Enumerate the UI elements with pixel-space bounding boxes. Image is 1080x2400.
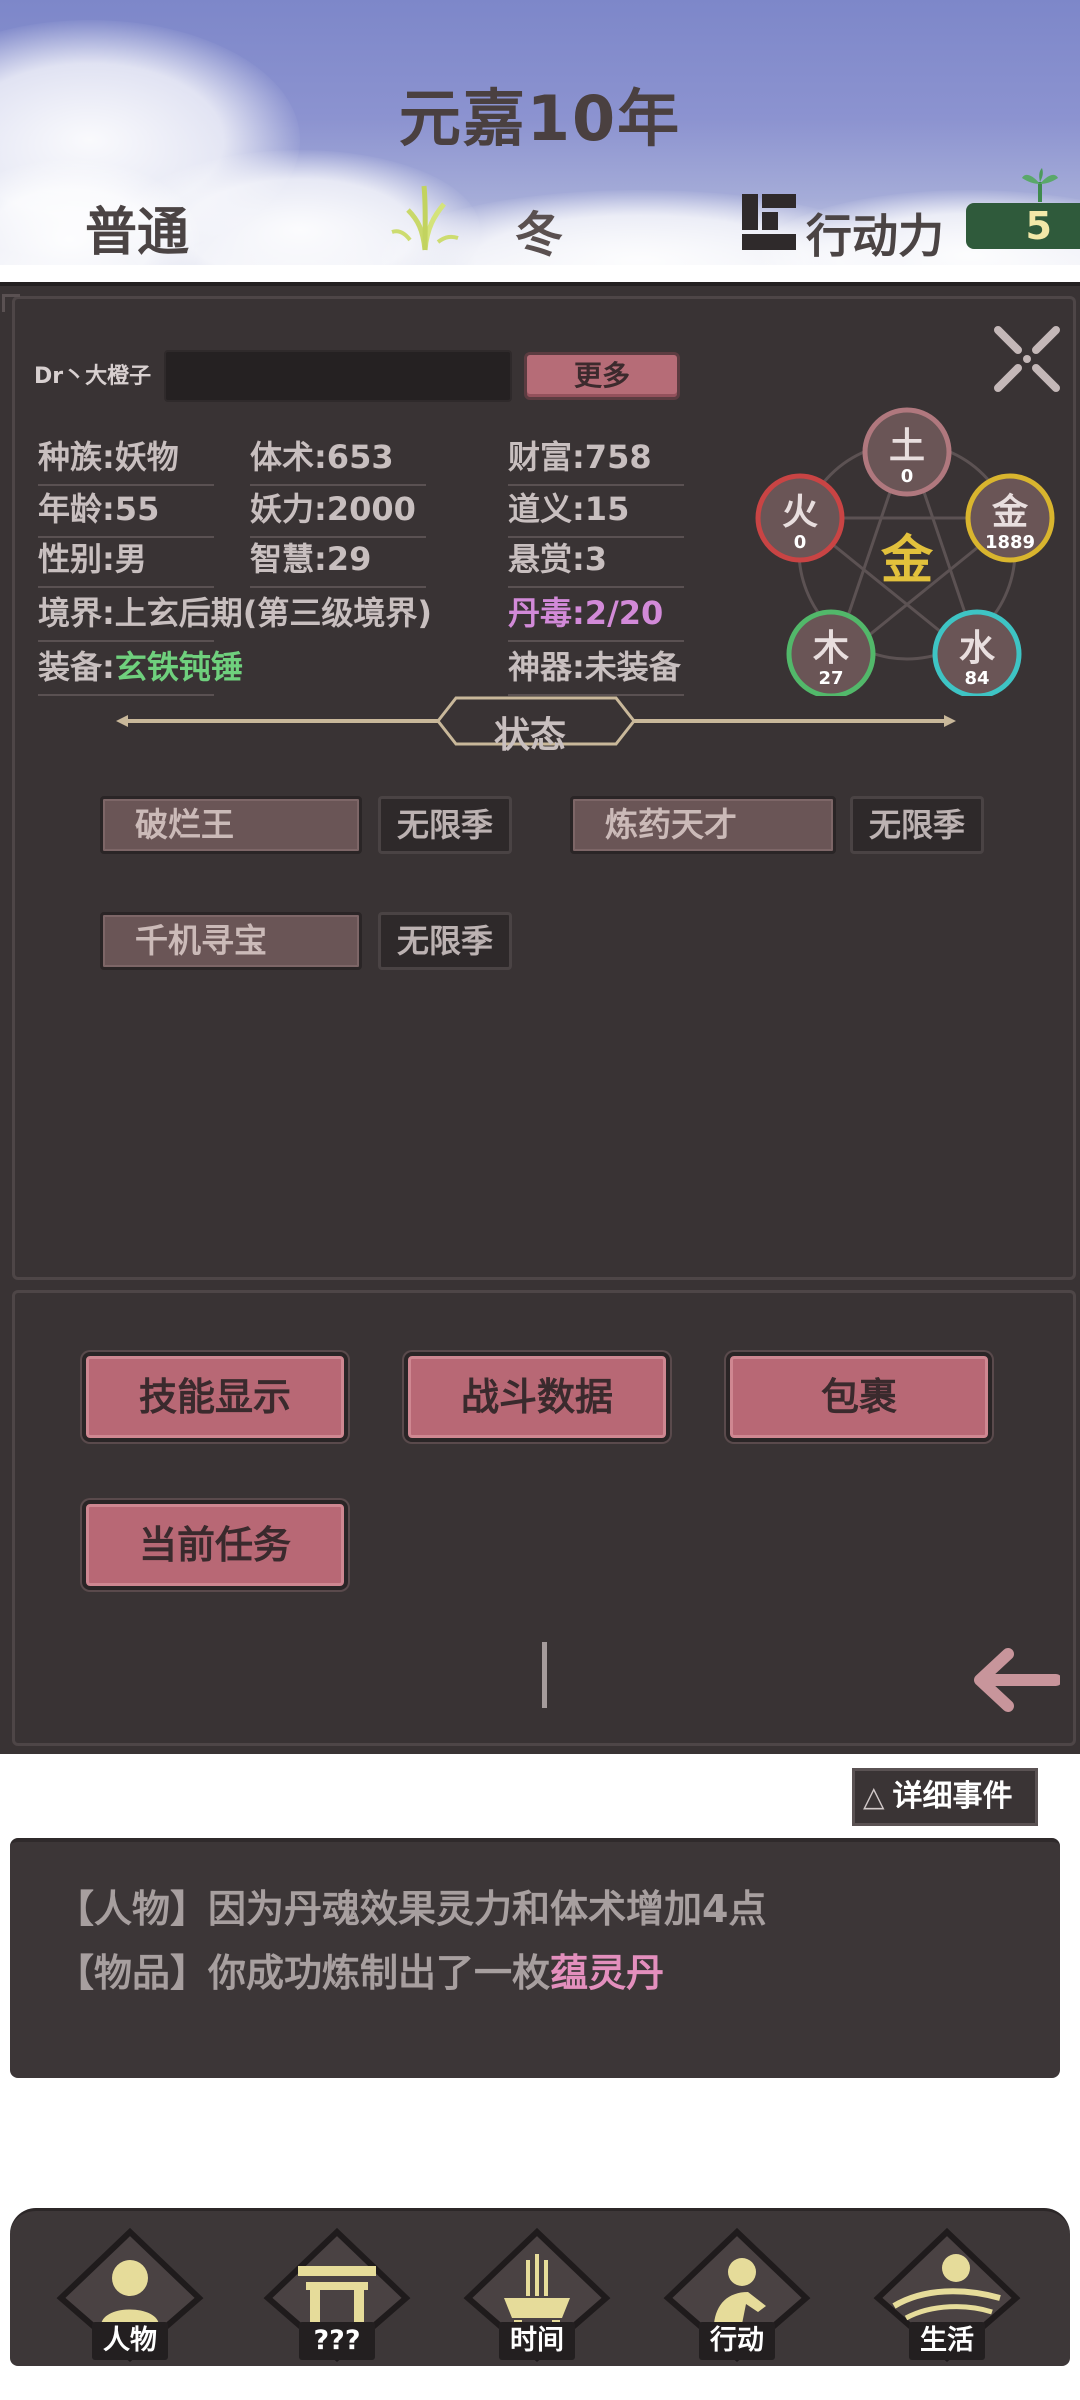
- element-water[interactable]: 水 84: [932, 609, 1022, 696]
- log-entry-text: 因为丹魂效果灵力和体术增加4点: [208, 1887, 767, 1931]
- stat-race: 种族:妖物: [38, 432, 214, 486]
- action-points-value: 5: [966, 203, 1080, 249]
- nav-label: 时间: [499, 2322, 575, 2360]
- nav-label: 行动: [699, 2322, 775, 2360]
- nav-time[interactable]: 时间: [462, 2226, 612, 2364]
- nav-character[interactable]: 人物: [55, 2226, 205, 2364]
- element-wood-value: 27: [818, 668, 843, 689]
- top-status-bar: 元嘉10年 普通 冬 行动力 5: [0, 0, 1080, 265]
- corner-ornament: [2, 294, 20, 312]
- stat-realm: 境界:上玄后期(第三级境界): [38, 588, 432, 642]
- event-log: 【人物】因为丹魂效果灵力和体术增加4点 【物品】你成功炼制出了一枚蕴灵丹: [10, 1838, 1060, 2078]
- stat-age: 年龄:55: [38, 484, 214, 538]
- status-item-name[interactable]: 千机寻宝: [100, 912, 362, 970]
- nav-life[interactable]: 生活: [872, 2226, 1022, 2364]
- element-earth-value: 0: [901, 466, 914, 487]
- element-water-value: 84: [964, 668, 989, 689]
- character-panel: Dr丶大橙子 更多 种族:妖物 年龄:55 性别:男 境界:上玄后期(第三级境界…: [0, 282, 1080, 1754]
- stat-justice: 道义:15: [508, 484, 684, 538]
- status-title: 状态: [493, 715, 566, 756]
- triangle-icon: △: [863, 1780, 885, 1813]
- status-item-name[interactable]: 炼药天才: [570, 796, 836, 854]
- status-item-duration: 无限季: [850, 796, 984, 854]
- element-wood-name: 木: [813, 628, 849, 669]
- character-name: Dr丶大橙子: [34, 364, 152, 389]
- equipment-label: 装备:: [38, 648, 115, 686]
- log-entry: 【物品】你成功炼制出了一枚蕴灵丹: [56, 1942, 664, 1997]
- close-icon[interactable]: [992, 324, 1062, 394]
- sprout-icon: [1022, 168, 1058, 202]
- stat-bounty: 悬赏:3: [508, 534, 684, 588]
- element-fire-value: 0: [794, 532, 807, 553]
- stat-equipment: 装备:玄铁钝锤: [38, 642, 243, 696]
- element-water-name: 水: [959, 628, 996, 669]
- element-earth[interactable]: 土 0: [862, 407, 952, 497]
- stat-wealth: 财富:758: [508, 432, 684, 486]
- battle-data-button[interactable]: 战斗数据: [404, 1352, 670, 1442]
- log-entry-text: 你成功炼制出了一枚: [208, 1951, 551, 1995]
- name-field[interactable]: [164, 350, 512, 402]
- action-power-icon: [742, 194, 796, 250]
- nav-label: 生活: [909, 2322, 985, 2360]
- status-item-duration: 无限季: [378, 912, 512, 970]
- element-fire-name: 火: [782, 492, 818, 533]
- nav-action[interactable]: 行动: [662, 2226, 812, 2364]
- nav-label: ???: [299, 2322, 375, 2360]
- five-elements-chart: 金 土 0 火 0 金 1889 木 27 水 84: [755, 407, 1055, 696]
- element-fire[interactable]: 火 0: [755, 473, 845, 563]
- nav-unknown[interactable]: ???: [262, 2226, 412, 2364]
- detail-events-button[interactable]: △ 详细事件: [852, 1768, 1038, 1826]
- element-wood[interactable]: 木 27: [786, 609, 876, 696]
- nav-label: 人物: [92, 2322, 168, 2360]
- detail-events-label: 详细事件: [892, 1779, 1013, 1814]
- more-button[interactable]: 更多: [524, 352, 680, 400]
- status-item-name[interactable]: 破烂王: [100, 796, 362, 854]
- element-metal[interactable]: 金 1889: [965, 473, 1055, 563]
- stat-body: 体术:653: [250, 432, 426, 486]
- equipment-value[interactable]: 玄铁钝锤: [115, 648, 243, 686]
- bag-button[interactable]: 包裹: [726, 1352, 992, 1442]
- year-title: 元嘉10年: [398, 82, 682, 155]
- skills-button[interactable]: 技能显示: [82, 1352, 348, 1442]
- log-entry: 【人物】因为丹魂效果灵力和体术增加4点: [56, 1878, 766, 1933]
- element-metal-name: 金: [991, 491, 1029, 533]
- log-item-highlight[interactable]: 蕴灵丹: [550, 1951, 664, 1995]
- season-label: 冬: [515, 207, 564, 263]
- stat-pill-poison: 丹毒:2/20: [508, 588, 684, 642]
- status-item-duration: 无限季: [378, 796, 512, 854]
- element-metal-value: 1889: [985, 532, 1035, 553]
- stat-demon-power: 妖力:2000: [250, 484, 426, 538]
- element-earth-name: 土: [889, 426, 925, 467]
- difficulty-label: 普通: [85, 203, 190, 263]
- dominant-element: 金: [880, 531, 934, 591]
- action-power-label: 行动力: [806, 209, 944, 263]
- back-arrow-icon[interactable]: [970, 1648, 1060, 1712]
- stat-gender: 性别:男: [38, 534, 214, 588]
- stat-wisdom: 智慧:29: [250, 534, 426, 588]
- stat-artifact: 神器:未装备: [508, 642, 684, 696]
- season-plant-icon: [391, 185, 459, 251]
- log-entry-tag: 【物品】: [56, 1951, 209, 1995]
- log-entry-tag: 【人物】: [56, 1887, 209, 1931]
- panel-separator: [542, 1642, 547, 1708]
- current-task-button[interactable]: 当前任务: [82, 1500, 348, 1590]
